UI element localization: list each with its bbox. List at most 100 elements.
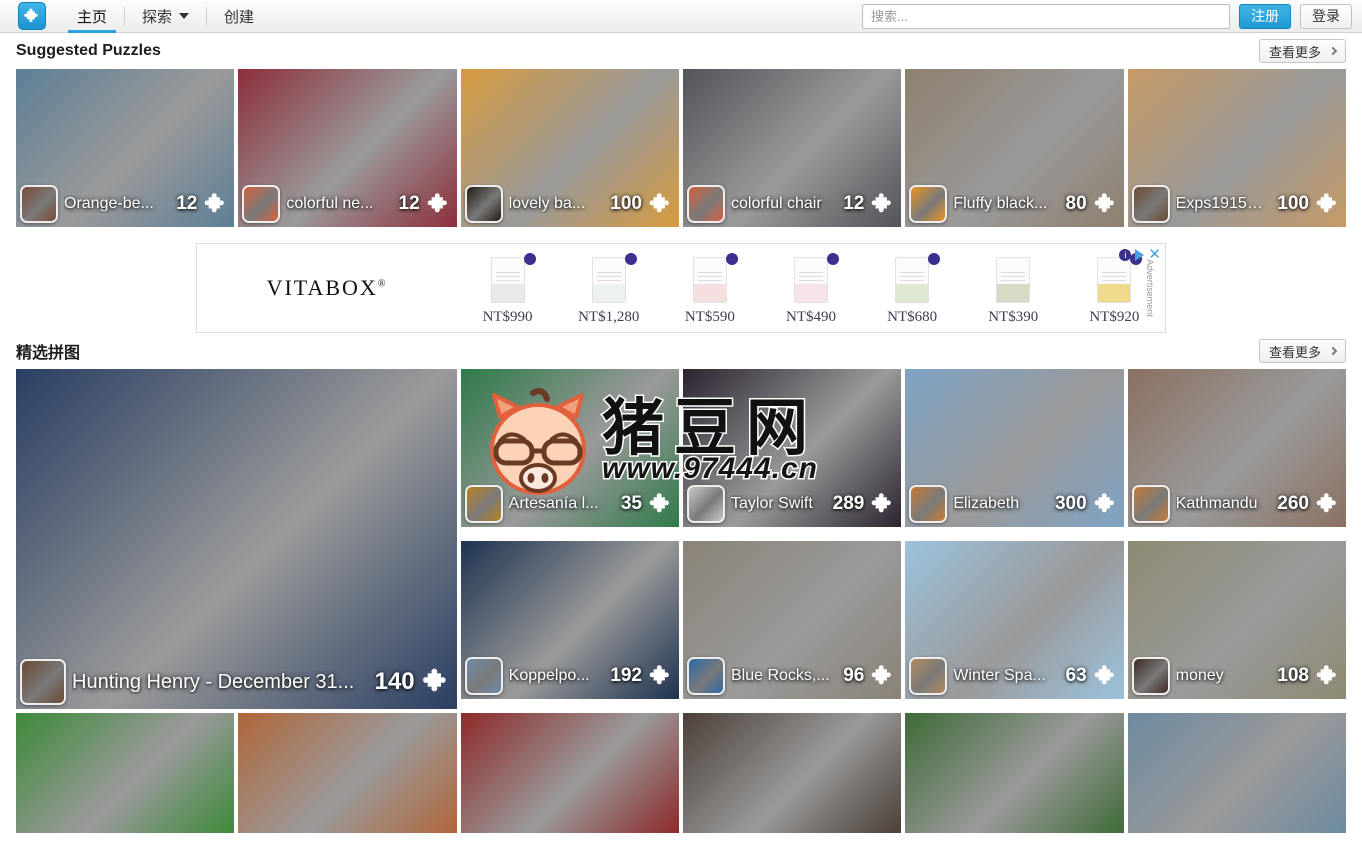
ad-product-badge (624, 253, 637, 265)
puzzle-thumbnail (238, 713, 457, 833)
puzzle-card[interactable]: Artesanía l... 35 (460, 369, 679, 527)
main-nav: 主页 探索 创建 (60, 0, 271, 33)
puzzle-thumbnail (460, 713, 679, 833)
ad-product[interactable]: NT$490 (765, 253, 857, 326)
login-button[interactable]: 登录 (1300, 3, 1352, 29)
nav-item-home[interactable]: 主页 (60, 0, 124, 33)
puzzle-piece-count: 289 (832, 493, 865, 514)
puzzle-piece-icon (1094, 664, 1114, 684)
avatar-image (1133, 187, 1168, 221)
ad-product-image (793, 257, 828, 303)
avatar[interactable] (686, 185, 725, 223)
ad-pack-band (592, 284, 625, 302)
puzzle-piece-count: 12 (398, 193, 420, 214)
nav-item-explore[interactable]: 探索 (125, 0, 206, 33)
puzzle-card-label: Kathmandu 260 (1128, 485, 1346, 523)
puzzle-card[interactable]: lovely ba... 100 (460, 69, 679, 227)
puzzle-card[interactable]: money 108 (1127, 541, 1346, 699)
avatar[interactable] (1131, 485, 1170, 523)
puzzle-title: Taylor Swift (730, 495, 813, 512)
ad-product[interactable]: NT$990 (462, 253, 554, 326)
puzzle-card[interactable]: Elizabeth 300 (905, 369, 1124, 527)
suggested-section-header: Suggested Puzzles 查看更多 (0, 33, 1362, 69)
avatar-image (688, 659, 723, 693)
ad-product-list: NT$990 NT$1,280 NT$590 NT$490 NT$680 NT$390 NT… (457, 244, 1165, 332)
featured-view-more-button[interactable]: 查看更多 (1258, 339, 1346, 363)
puzzle-card-label: money 108 (1128, 657, 1346, 695)
puzzle-card[interactable] (238, 713, 457, 833)
puzzle-card[interactable]: Blue Rocks,... 96 (682, 541, 902, 699)
puzzle-card-label: Taylor Swift 289 (683, 485, 901, 523)
avatar[interactable] (686, 657, 725, 695)
avatar[interactable] (909, 485, 948, 523)
puzzle-card[interactable]: colorful ne... 12 (238, 69, 457, 227)
puzzle-title: Orange-be... (64, 195, 154, 212)
ad-product[interactable]: NT$1,280 (563, 253, 655, 326)
avatar[interactable] (909, 185, 948, 223)
puzzle-card[interactable]: Kathmandu 260 (1127, 369, 1346, 527)
puzzle-title: Elizabeth (953, 495, 1020, 512)
chevron-right-icon (1328, 46, 1338, 56)
puzzle-card-label: lovely ba... 100 (461, 185, 679, 223)
puzzle-card[interactable] (16, 713, 235, 833)
avatar[interactable] (1131, 657, 1170, 695)
avatar[interactable] (686, 485, 725, 523)
puzzle-piece-icon (649, 192, 669, 212)
avatar[interactable] (464, 657, 503, 695)
puzzle-card[interactable]: Exps191564 S1... 100 (1127, 69, 1346, 227)
ad-product-price: NT$680 (887, 309, 938, 325)
puzzle-title: Fluffy black... (953, 195, 1048, 212)
advertisement-label: Advertisement (1145, 259, 1156, 317)
avatar[interactable] (242, 185, 281, 223)
avatar-image (911, 487, 946, 521)
ad-pack-band (693, 284, 726, 302)
puzzle-card[interactable] (682, 713, 902, 833)
ad-product-image (895, 257, 930, 303)
signup-button[interactable]: 注册 (1239, 3, 1291, 29)
featured-view-more-label: 查看更多 (1268, 344, 1321, 360)
puzzle-card-label: Hunting Henry - December 31... 140 (16, 659, 457, 705)
suggested-puzzles-grid: Orange-be... 12 colorful ne... 12 lovely ba.… (0, 69, 1362, 227)
puzzle-card[interactable]: Taylor Swift 289 (682, 369, 902, 527)
adchoices-icon[interactable] (1119, 248, 1132, 261)
avatar[interactable] (20, 185, 58, 223)
puzzle-piece-count: 35 (620, 493, 642, 514)
ad-pack-band (794, 284, 827, 302)
suggested-view-more-button[interactable]: 查看更多 (1258, 39, 1346, 63)
puzzle-card[interactable] (1127, 713, 1346, 833)
puzzle-card-label: Blue Rocks,... 96 (683, 657, 901, 695)
avatar[interactable] (1131, 185, 1170, 223)
puzzle-piece-icon (1316, 664, 1336, 684)
puzzle-piece-icon (422, 668, 446, 692)
advertisement-banner[interactable]: VITABOX® NT$990 NT$1,280 NT$590 NT$490 NT$68… (196, 243, 1166, 333)
play-triangle-icon[interactable] (1135, 248, 1145, 261)
search-input[interactable] (862, 3, 1230, 29)
nav-item-create-label: 创建 (224, 8, 255, 26)
puzzle-card[interactable] (905, 713, 1124, 833)
puzzle-card[interactable]: Winter Spa... 63 (905, 541, 1124, 699)
puzzle-card[interactable]: Fluffy black... 80 (905, 69, 1124, 227)
ad-product[interactable]: NT$680 (866, 253, 958, 326)
ad-product[interactable]: NT$590 (664, 253, 756, 326)
page-title: Suggested Puzzles (16, 42, 161, 59)
puzzle-piece-icon[interactable] (18, 2, 46, 30)
avatar-image (22, 661, 64, 703)
avatar[interactable] (20, 659, 66, 705)
ad-pack-band (491, 284, 524, 302)
puzzle-piece-count: 12 (176, 193, 198, 214)
ad-product[interactable]: NT$390 (967, 257, 1059, 326)
puzzle-title: colorful ne... (286, 195, 374, 212)
puzzle-thumbnail (1127, 713, 1346, 833)
featured-title: 精选拼图 (16, 345, 81, 362)
ad-product-image (591, 257, 626, 303)
avatar[interactable] (464, 485, 503, 523)
puzzle-card[interactable] (460, 713, 679, 833)
puzzle-piece-count: 96 (843, 665, 865, 686)
avatar[interactable] (464, 185, 503, 223)
nav-item-create[interactable]: 创建 (207, 0, 271, 33)
avatar[interactable] (909, 657, 948, 695)
puzzle-card[interactable]: Orange-be... 12 (16, 69, 235, 227)
puzzle-card[interactable]: colorful chair 12 (682, 69, 902, 227)
puzzle-card[interactable]: Koppelpo... 192 (460, 541, 679, 699)
puzzle-card[interactable]: Hunting Henry - December 31... 140 (16, 369, 457, 709)
